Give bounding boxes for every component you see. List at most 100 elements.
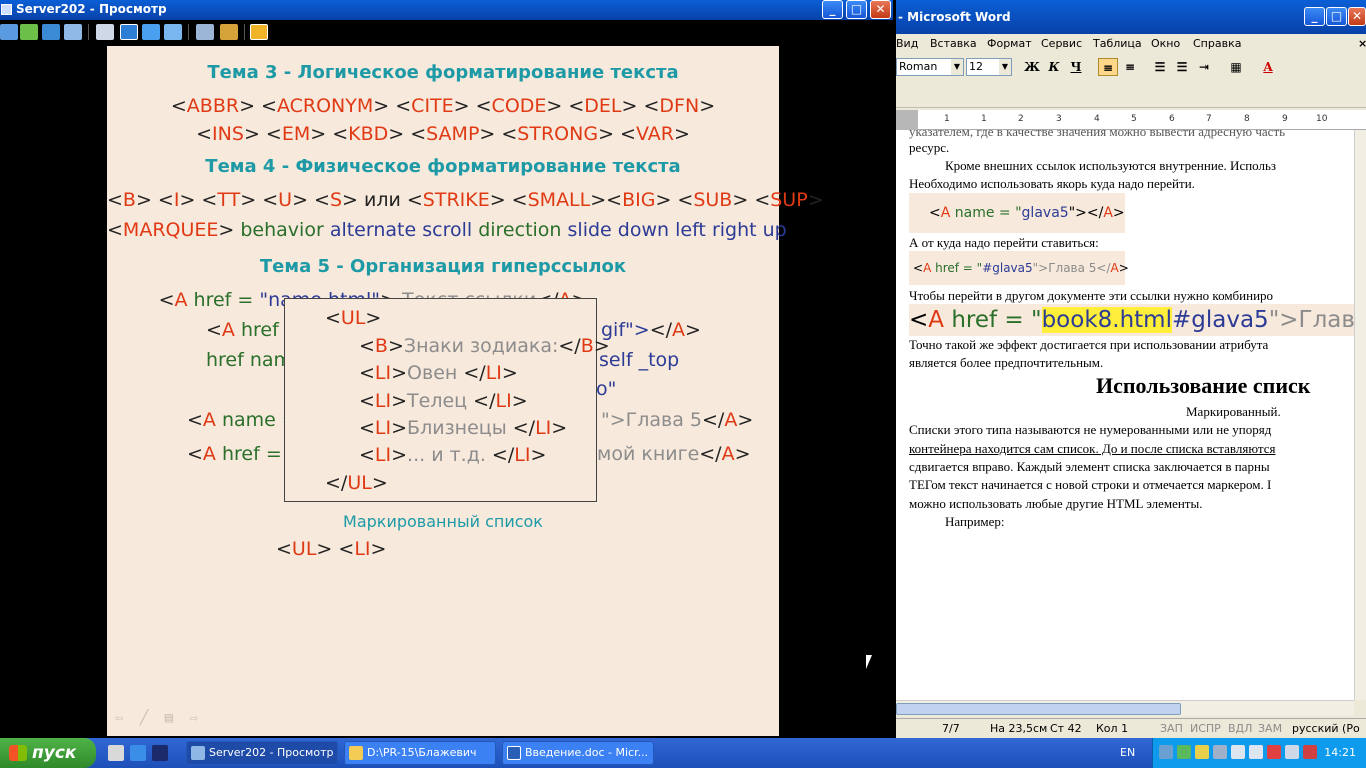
menu-tools[interactable]: Сервис — [1041, 37, 1082, 50]
status-bar: 7/7 На 23,5см Ст 42 Кол 1 ЗАП ИСПР ВДЛ З… — [896, 718, 1366, 738]
screenshot-icon[interactable] — [196, 24, 214, 40]
link-line-4-end: ">Глава 5</A> — [601, 409, 754, 431]
display-icon[interactable] — [1285, 745, 1299, 759]
menu-icon[interactable]: ▤ — [165, 710, 173, 726]
align-left-icon[interactable]: ≡ — [1098, 58, 1118, 76]
align-center-icon[interactable]: ≡ — [1120, 58, 1140, 76]
horizontal-ruler[interactable]: 1 1 2 3 4 5 6 7 8 9 10 — [896, 110, 1366, 130]
security-icon[interactable] — [1195, 745, 1209, 759]
numbered-list-icon[interactable]: ☰ — [1150, 58, 1170, 76]
indent-icon[interactable]: ⇥ — [1194, 58, 1214, 76]
document-page[interactable]: указателем, где в качестве значения можн… — [896, 130, 1354, 700]
word-menu-bar: Вид Вставка Формат Сервис Таблица Окно С… — [896, 34, 1366, 54]
underline-button[interactable]: Ч — [1066, 58, 1086, 76]
font-name-select[interactable]: Roman ▼ — [896, 58, 964, 76]
fit-icon[interactable] — [142, 24, 160, 40]
media-icon[interactable] — [152, 745, 168, 761]
menu-format[interactable]: Формат — [987, 37, 1032, 50]
volume-icon[interactable] — [1231, 745, 1245, 759]
show-desktop-icon[interactable] — [108, 745, 124, 761]
heading-topic-3: Тема 3 - Логическое форматирование текст… — [207, 62, 679, 83]
transfer-icon[interactable] — [20, 24, 38, 40]
doc-paragraph: Точно такой же эффект достигается при ис… — [909, 337, 1269, 352]
status-column: Кол 1 — [1096, 722, 1129, 735]
windows-logo-icon — [9, 745, 27, 761]
link-line-4-start: <A name = — [187, 409, 298, 431]
network-icon[interactable] — [1159, 745, 1173, 759]
start-button[interactable]: пуск — [0, 738, 96, 768]
next-slide-icon[interactable]: ⇨ — [190, 710, 198, 726]
internet-explorer-icon[interactable] — [130, 745, 146, 761]
font-size-select[interactable]: 12 ▼ — [966, 58, 1012, 76]
word-title: - Microsoft Word — [898, 10, 1011, 24]
viewer-toolbar — [0, 20, 893, 46]
agent-icon[interactable] — [1177, 745, 1191, 759]
viewer-title-bar[interactable]: Server202 - Просмотр _ □ ✕ — [0, 0, 893, 20]
menu-table[interactable]: Таблица — [1093, 37, 1142, 50]
window-icon[interactable] — [96, 24, 114, 40]
language-indicator[interactable]: EN — [1120, 746, 1135, 759]
link-line-5-start: <A href = " — [187, 443, 297, 465]
popup-line: <B>Знаки зодиака:</B> — [359, 335, 610, 357]
doc-paragraph: контейнера находится сам список. До и по… — [909, 441, 1276, 456]
prev-slide-icon[interactable]: ⇦ — [115, 710, 123, 726]
task-server202[interactable]: Server202 - Просмотр — [186, 741, 338, 765]
chevron-down-icon: ▼ — [999, 59, 1011, 75]
italic-button[interactable]: К — [1044, 58, 1064, 76]
clock[interactable]: 14:21 — [1324, 746, 1356, 759]
menu-window[interactable]: Окно — [1151, 37, 1180, 50]
status-page: 7/7 — [942, 722, 960, 735]
tools-icon[interactable] — [220, 24, 238, 40]
doc-paragraph: Чтобы перейти в другом документе эти ссы… — [909, 288, 1274, 303]
alert-icon[interactable] — [1303, 745, 1317, 759]
popup-line: <UL> — [325, 307, 382, 329]
viewer-title: Server202 - Просмотр — [16, 2, 167, 16]
phone-icon[interactable] — [42, 24, 60, 40]
doc-paragraph: Списки этого типа называются не нумерова… — [909, 422, 1272, 437]
task-word-document[interactable]: Введение.doc - Micr... — [502, 741, 654, 765]
doc-paragraph: сдвигается вправо. Каждый элемент списка… — [909, 459, 1270, 474]
mouse-cursor-icon — [866, 655, 872, 669]
link-line-5-end: мой книге</A> — [597, 443, 751, 465]
font-color-icon[interactable]: A — [1258, 58, 1278, 76]
monitor-icon[interactable] — [0, 24, 18, 40]
fullscreen-icon[interactable] — [120, 24, 138, 40]
status-overtype[interactable]: ЗАМ — [1258, 722, 1282, 735]
scroll-thumb[interactable] — [896, 703, 1181, 715]
chat-icon[interactable] — [64, 24, 82, 40]
zoom-icon[interactable] — [164, 24, 182, 40]
borders-icon[interactable]: ▦ — [1226, 58, 1246, 76]
doc-paragraph: можно использовать любые другие HTML эле… — [909, 496, 1203, 511]
popup-line: <LI>Близнецы </LI> — [359, 417, 568, 439]
maximize-button[interactable]: □ — [846, 0, 867, 19]
close-button[interactable]: ✕ — [870, 0, 891, 19]
monitor-tray-icon[interactable] — [1213, 745, 1227, 759]
pen-icon[interactable]: ╱ — [140, 710, 148, 726]
doc-paragraph: указателем, где в качестве значения можн… — [909, 130, 1286, 139]
menu-insert[interactable]: Вставка — [930, 37, 977, 50]
status-track[interactable]: ИСПР — [1190, 722, 1221, 735]
heading-topic-4: Тема 4 - Физическое форматирование текст… — [205, 156, 681, 177]
usb-icon[interactable] — [1249, 745, 1263, 759]
antivirus-icon[interactable] — [1267, 745, 1281, 759]
bold-button[interactable]: Ж — [1022, 58, 1042, 76]
word-window: - Microsoft Word _ □ ✕ Вид Вставка Форма… — [896, 0, 1366, 738]
menu-view[interactable]: Вид — [896, 37, 918, 50]
word-maximize-button[interactable]: □ — [1326, 7, 1347, 26]
horizontal-scrollbar[interactable] — [896, 700, 1354, 716]
status-rec[interactable]: ЗАП — [1160, 722, 1183, 735]
disconnect-icon[interactable] — [250, 24, 268, 40]
word-close-button[interactable]: ✕ — [1348, 7, 1366, 26]
doc-paragraph: является более предпочтительным. — [909, 355, 1104, 370]
task-folder[interactable]: D:\PR-15\Блажевич — [344, 741, 496, 765]
vertical-scrollbar[interactable] — [1354, 130, 1366, 700]
word-minimize-button[interactable]: _ — [1304, 7, 1325, 26]
menu-close-icon[interactable]: × — [1358, 37, 1366, 50]
word-title-bar[interactable]: - Microsoft Word _ □ ✕ — [896, 0, 1366, 34]
status-extend[interactable]: ВДЛ — [1228, 722, 1252, 735]
doc-paragraph: Например: — [945, 514, 1005, 529]
minimize-button[interactable]: _ — [822, 0, 843, 19]
menu-help[interactable]: Справка — [1193, 37, 1241, 50]
code-sample-cross-document: <A href = "book8.html#glava5">Глава 5 в … — [909, 304, 1354, 336]
bulleted-list-icon[interactable]: ☰ — [1172, 58, 1192, 76]
